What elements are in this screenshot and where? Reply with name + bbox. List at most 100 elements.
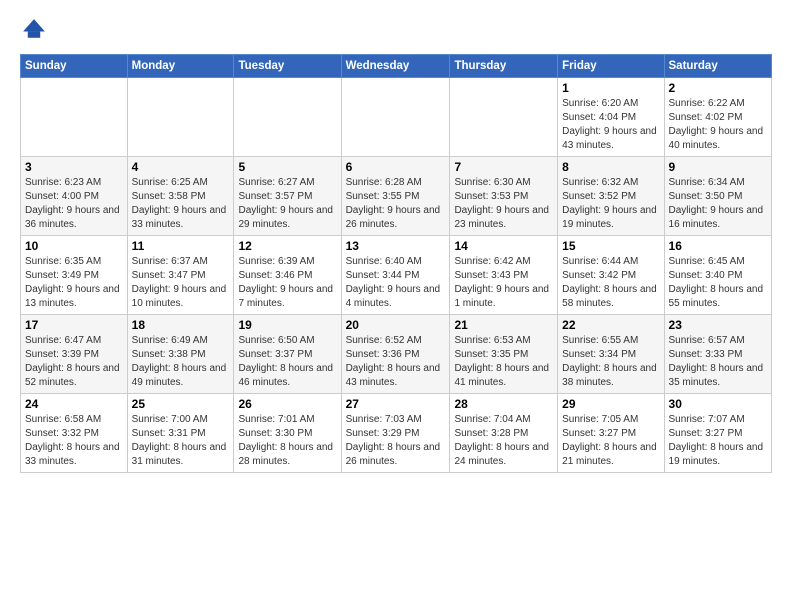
- day-info: Sunrise: 7:01 AMSunset: 3:30 PMDaylight:…: [238, 413, 336, 469]
- day-number: 10: [25, 239, 123, 253]
- logo-icon: [20, 16, 48, 44]
- day-number: 27: [346, 397, 446, 411]
- day-info: Sunrise: 6:57 AMSunset: 3:33 PMDaylight:…: [669, 334, 767, 390]
- calendar-cell: 26 Sunrise: 7:01 AMSunset: 3:30 PMDayligh…: [234, 394, 341, 473]
- day-number: 2: [669, 81, 767, 95]
- calendar-header-row: SundayMondayTuesdayWednesdayThursdayFrid…: [21, 55, 772, 78]
- calendar-cell: 13 Sunrise: 6:40 AMSunset: 3:44 PMDayligh…: [341, 236, 450, 315]
- calendar-cell: 7 Sunrise: 6:30 AMSunset: 3:53 PMDaylight…: [450, 157, 558, 236]
- day-info: Sunrise: 7:04 AMSunset: 3:28 PMDaylight:…: [454, 413, 553, 469]
- day-number: 14: [454, 239, 553, 253]
- calendar-cell: 8 Sunrise: 6:32 AMSunset: 3:52 PMDaylight…: [558, 157, 664, 236]
- day-info: Sunrise: 6:25 AMSunset: 3:58 PMDaylight:…: [132, 176, 230, 232]
- day-info: Sunrise: 6:22 AMSunset: 4:02 PMDaylight:…: [669, 97, 767, 153]
- day-info: Sunrise: 6:53 AMSunset: 3:35 PMDaylight:…: [454, 334, 553, 390]
- day-info: Sunrise: 7:07 AMSunset: 3:27 PMDaylight:…: [669, 413, 767, 469]
- day-info: Sunrise: 6:39 AMSunset: 3:46 PMDaylight:…: [238, 255, 336, 311]
- day-number: 30: [669, 397, 767, 411]
- day-number: 25: [132, 397, 230, 411]
- day-info: Sunrise: 6:34 AMSunset: 3:50 PMDaylight:…: [669, 176, 767, 232]
- weekday-header-tuesday: Tuesday: [234, 55, 341, 78]
- day-info: Sunrise: 6:50 AMSunset: 3:37 PMDaylight:…: [238, 334, 336, 390]
- calendar-week-row: 17 Sunrise: 6:47 AMSunset: 3:39 PMDayligh…: [21, 315, 772, 394]
- calendar-cell: 6 Sunrise: 6:28 AMSunset: 3:55 PMDaylight…: [341, 157, 450, 236]
- day-info: Sunrise: 6:40 AMSunset: 3:44 PMDaylight:…: [346, 255, 446, 311]
- calendar-cell: 22 Sunrise: 6:55 AMSunset: 3:34 PMDayligh…: [558, 315, 664, 394]
- day-number: 16: [669, 239, 767, 253]
- calendar-cell: 27 Sunrise: 7:03 AMSunset: 3:29 PMDayligh…: [341, 394, 450, 473]
- logo: [20, 16, 52, 44]
- calendar-cell: 18 Sunrise: 6:49 AMSunset: 3:38 PMDayligh…: [127, 315, 234, 394]
- day-info: Sunrise: 6:55 AMSunset: 3:34 PMDaylight:…: [562, 334, 659, 390]
- day-info: Sunrise: 6:32 AMSunset: 3:52 PMDaylight:…: [562, 176, 659, 232]
- calendar-cell: 4 Sunrise: 6:25 AMSunset: 3:58 PMDaylight…: [127, 157, 234, 236]
- day-number: 17: [25, 318, 123, 332]
- day-info: Sunrise: 6:30 AMSunset: 3:53 PMDaylight:…: [454, 176, 553, 232]
- day-number: 22: [562, 318, 659, 332]
- calendar-cell: 15Sunrise: 6:44 AMSunset: 3:42 PMDayligh…: [558, 236, 664, 315]
- calendar-cell: 9 Sunrise: 6:34 AMSunset: 3:50 PMDaylight…: [664, 157, 771, 236]
- day-number: 7: [454, 160, 553, 174]
- day-number: 6: [346, 160, 446, 174]
- day-number: 3: [25, 160, 123, 174]
- day-info: Sunrise: 6:23 AMSunset: 4:00 PMDaylight:…: [25, 176, 123, 232]
- day-info: Sunrise: 6:35 AMSunset: 3:49 PMDaylight:…: [25, 255, 123, 311]
- day-number: 18: [132, 318, 230, 332]
- day-number: 15: [562, 239, 659, 253]
- calendar-cell: 30 Sunrise: 7:07 AMSunset: 3:27 PMDayligh…: [664, 394, 771, 473]
- calendar-week-row: 10 Sunrise: 6:35 AMSunset: 3:49 PMDayligh…: [21, 236, 772, 315]
- calendar-cell: 17 Sunrise: 6:47 AMSunset: 3:39 PMDayligh…: [21, 315, 128, 394]
- day-info: Sunrise: 6:27 AMSunset: 3:57 PMDaylight:…: [238, 176, 336, 232]
- day-info: Sunrise: 6:49 AMSunset: 3:38 PMDaylight:…: [132, 334, 230, 390]
- day-number: 4: [132, 160, 230, 174]
- calendar-cell: 12 Sunrise: 6:39 AMSunset: 3:46 PMDayligh…: [234, 236, 341, 315]
- calendar-week-row: 3 Sunrise: 6:23 AMSunset: 4:00 PMDaylight…: [21, 157, 772, 236]
- day-number: 24: [25, 397, 123, 411]
- day-number: 26: [238, 397, 336, 411]
- weekday-header-wednesday: Wednesday: [341, 55, 450, 78]
- calendar-cell: 3 Sunrise: 6:23 AMSunset: 4:00 PMDaylight…: [21, 157, 128, 236]
- calendar-cell: 29 Sunrise: 7:05 AMSunset: 3:27 PMDayligh…: [558, 394, 664, 473]
- day-info: Sunrise: 6:58 AMSunset: 3:32 PMDaylight:…: [25, 413, 123, 469]
- weekday-header-saturday: Saturday: [664, 55, 771, 78]
- calendar-week-row: 1 Sunrise: 6:20 AMSunset: 4:04 PMDaylight…: [21, 78, 772, 157]
- day-number: 28: [454, 397, 553, 411]
- day-number: 23: [669, 318, 767, 332]
- calendar-cell: [341, 78, 450, 157]
- calendar-cell: 10 Sunrise: 6:35 AMSunset: 3:49 PMDayligh…: [21, 236, 128, 315]
- calendar-cell: 1 Sunrise: 6:20 AMSunset: 4:04 PMDaylight…: [558, 78, 664, 157]
- day-number: 8: [562, 160, 659, 174]
- weekday-header-friday: Friday: [558, 55, 664, 78]
- day-number: 9: [669, 160, 767, 174]
- day-info: Sunrise: 6:47 AMSunset: 3:39 PMDaylight:…: [25, 334, 123, 390]
- day-number: 5: [238, 160, 336, 174]
- calendar-cell: 21Sunrise: 6:53 AMSunset: 3:35 PMDayligh…: [450, 315, 558, 394]
- day-number: 12: [238, 239, 336, 253]
- calendar-cell: 20Sunrise: 6:52 AMSunset: 3:36 PMDayligh…: [341, 315, 450, 394]
- weekday-header-monday: Monday: [127, 55, 234, 78]
- day-number: 29: [562, 397, 659, 411]
- page-header: [20, 16, 772, 44]
- day-number: 1: [562, 81, 659, 95]
- calendar-cell: [21, 78, 128, 157]
- calendar-table: SundayMondayTuesdayWednesdayThursdayFrid…: [20, 54, 772, 473]
- calendar-cell: 19 Sunrise: 6:50 AMSunset: 3:37 PMDayligh…: [234, 315, 341, 394]
- day-info: Sunrise: 6:52 AMSunset: 3:36 PMDaylight:…: [346, 334, 446, 390]
- day-info: Sunrise: 7:05 AMSunset: 3:27 PMDaylight:…: [562, 413, 659, 469]
- day-info: Sunrise: 6:37 AMSunset: 3:47 PMDaylight:…: [132, 255, 230, 311]
- day-info: Sunrise: 6:42 AMSunset: 3:43 PMDaylight:…: [454, 255, 553, 311]
- day-number: 13: [346, 239, 446, 253]
- calendar-cell: 5 Sunrise: 6:27 AMSunset: 3:57 PMDaylight…: [234, 157, 341, 236]
- calendar-cell: [234, 78, 341, 157]
- day-number: 19: [238, 318, 336, 332]
- day-info: Sunrise: 7:03 AMSunset: 3:29 PMDaylight:…: [346, 413, 446, 469]
- day-info: Sunrise: 6:20 AMSunset: 4:04 PMDaylight:…: [562, 97, 659, 153]
- day-info: Sunrise: 6:45 AMSunset: 3:40 PMDaylight:…: [669, 255, 767, 311]
- day-info: Sunrise: 7:00 AMSunset: 3:31 PMDaylight:…: [132, 413, 230, 469]
- calendar-cell: [127, 78, 234, 157]
- calendar-cell: 24 Sunrise: 6:58 AMSunset: 3:32 PMDayligh…: [21, 394, 128, 473]
- day-number: 11: [132, 239, 230, 253]
- weekday-header-thursday: Thursday: [450, 55, 558, 78]
- calendar-cell: 14 Sunrise: 6:42 AMSunset: 3:43 PMDayligh…: [450, 236, 558, 315]
- day-info: Sunrise: 6:28 AMSunset: 3:55 PMDaylight:…: [346, 176, 446, 232]
